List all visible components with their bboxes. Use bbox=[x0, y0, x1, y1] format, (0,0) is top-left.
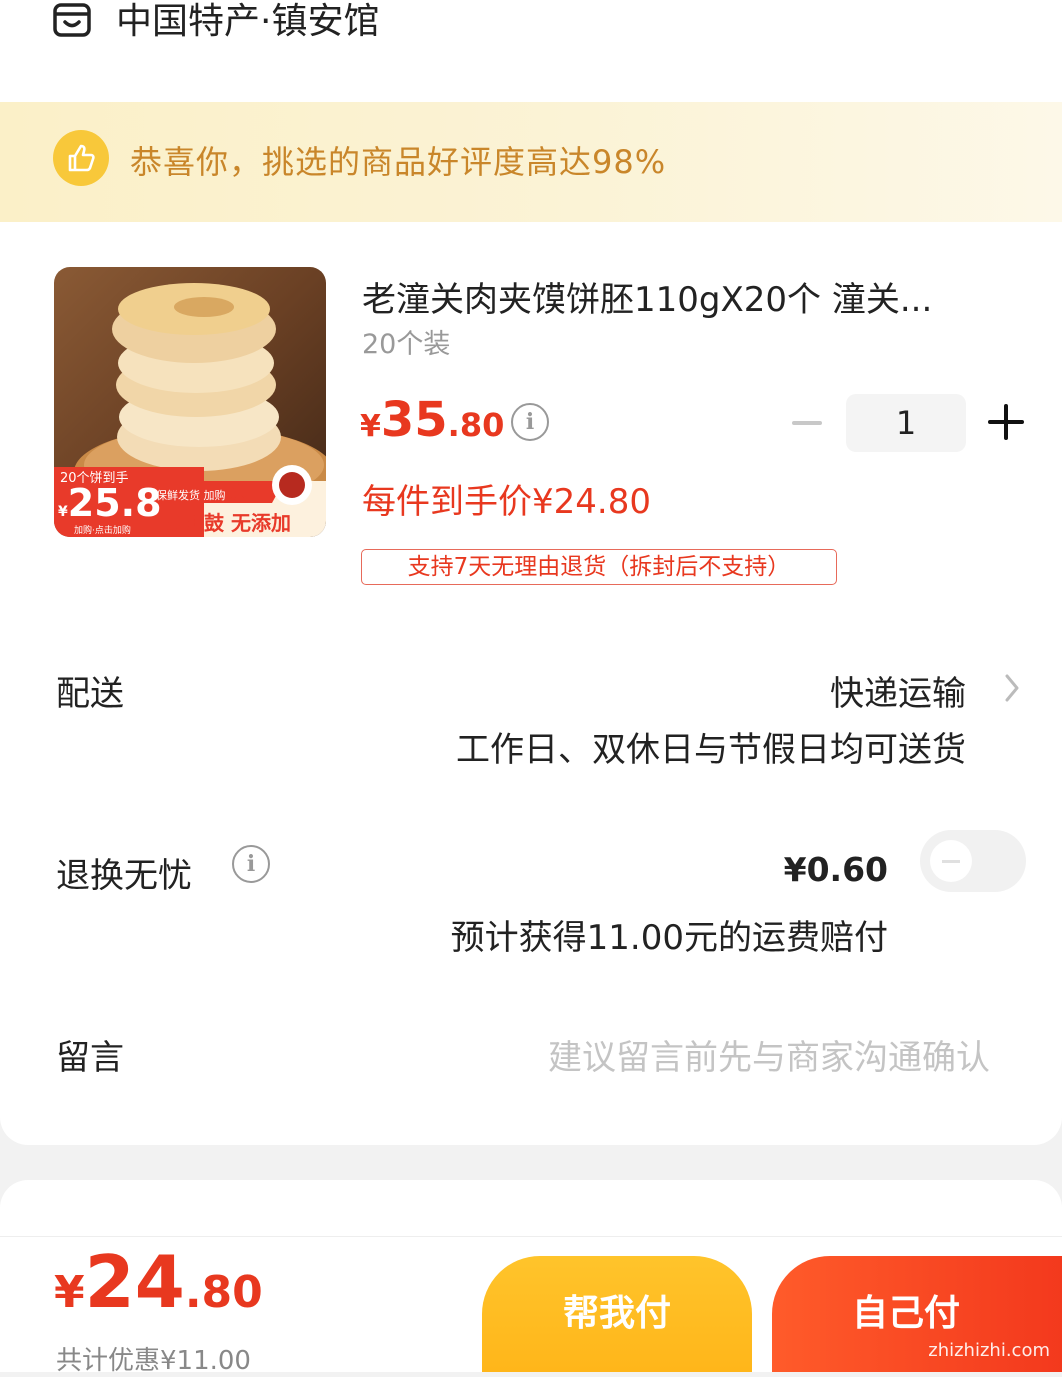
worry-free-note: 预计获得11.00元的运费赔付 bbox=[450, 918, 888, 958]
total-discount: 共计优惠¥11.00 bbox=[56, 1346, 251, 1376]
worry-free-label: 退换无忧 bbox=[56, 856, 192, 896]
image-badge-value: 25.8 bbox=[67, 481, 162, 525]
toggle-knob bbox=[930, 840, 972, 882]
image-badge-symbol: ¥ bbox=[58, 504, 68, 520]
image-tag-gift: 送 bbox=[230, 484, 247, 504]
footer-divider bbox=[0, 1236, 1062, 1237]
total-price: ¥24.80 bbox=[54, 1240, 263, 1324]
quantity-increase-button[interactable] bbox=[988, 404, 1024, 440]
shop-name: 中国特产·镇安馆 bbox=[116, 1, 380, 42]
image-tag-small: 保鲜发货 加购 bbox=[156, 489, 226, 502]
worry-free-price: ¥0.60 bbox=[783, 850, 888, 889]
price-decimal: .80 bbox=[447, 406, 505, 444]
thumbs-up-icon bbox=[53, 130, 109, 186]
shop-icon bbox=[52, 0, 92, 44]
total-symbol: ¥ bbox=[54, 1267, 85, 1318]
delivery-method[interactable]: 快递运输 bbox=[830, 666, 966, 715]
message-label: 留言 bbox=[56, 1038, 124, 1078]
image-tag-label: 易起鼓 无添加 bbox=[164, 511, 291, 535]
shop-header[interactable]: 中国特产·镇安馆 bbox=[52, 0, 379, 44]
chevron-right-icon[interactable] bbox=[1000, 668, 1024, 708]
delivery-note: 工作日、双休日与节假日均可送货 bbox=[456, 730, 966, 770]
minus-icon bbox=[792, 421, 822, 425]
price-symbol: ¥ bbox=[360, 409, 381, 444]
message-input[interactable]: 建议留言前先与商家沟通确认 bbox=[548, 1030, 990, 1079]
quantity-input[interactable]: 1 bbox=[846, 394, 966, 452]
price-integer: 35 bbox=[380, 392, 448, 448]
praise-banner: 恭喜你，挑选的商品好评度高达98% bbox=[0, 102, 1062, 222]
banner-text: 恭喜你，挑选的商品好评度高达98% bbox=[130, 143, 667, 181]
return-policy-tag: 支持7天无理由退货（拆封后不支持） bbox=[361, 549, 837, 585]
total-decimal: .80 bbox=[184, 1267, 263, 1318]
toggle-off-icon bbox=[942, 859, 960, 863]
quantity-decrease-button[interactable] bbox=[790, 408, 824, 438]
product-image[interactable]: 20个饼到手 ¥25.8 加购·点击加购 保鲜发货 加购 送 易起鼓 无添加 bbox=[54, 267, 326, 537]
image-badge-sub: 加购·点击加购 bbox=[74, 526, 131, 536]
image-badge-price: ¥25.8 bbox=[58, 481, 162, 525]
watermark: zhizhizhi.com bbox=[928, 1340, 1050, 1361]
product-spec[interactable]: 20个装 bbox=[362, 322, 450, 361]
product-title[interactable]: 老潼关肉夹馍饼胚110gX20个 潼关... bbox=[362, 272, 932, 321]
worry-free-toggle[interactable] bbox=[920, 830, 1026, 892]
order-card: 中国特产·镇安馆 恭喜你，挑选的商品好评度高达98% 20个饼到手 ¥25.8 … bbox=[0, 0, 1062, 1145]
delivery-label: 配送 bbox=[56, 674, 124, 714]
price-info-icon[interactable]: i bbox=[511, 403, 549, 441]
help-pay-button[interactable]: 帮我付 bbox=[482, 1256, 752, 1372]
product-price: ¥35.80 bbox=[360, 392, 504, 448]
plus-icon-vertical bbox=[1004, 404, 1008, 440]
worry-free-info-icon[interactable]: i bbox=[232, 845, 270, 883]
per-item-price: 每件到手价¥24.80 bbox=[362, 482, 651, 522]
total-integer: 24 bbox=[84, 1240, 185, 1324]
